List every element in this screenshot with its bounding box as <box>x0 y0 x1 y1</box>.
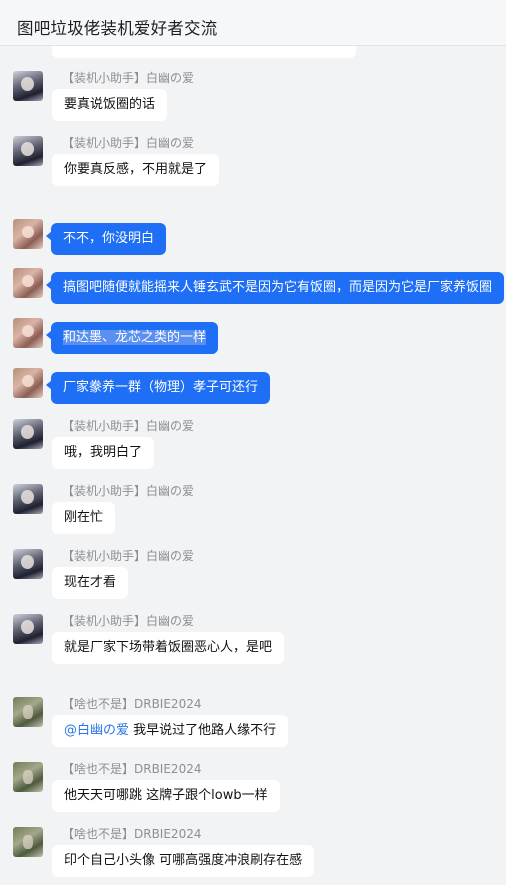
message-bubble[interactable]: 和达墨、龙芯之类的一样 <box>45 322 219 354</box>
avatar[interactable] <box>13 614 43 644</box>
avatar[interactable] <box>13 827 43 857</box>
sender-name: 【啥也不是】DRBIE2024 <box>62 697 202 711</box>
avatar[interactable] <box>13 219 43 249</box>
message-bubble[interactable]: 哦，我明白了 <box>52 437 155 469</box>
message-bubble[interactable]: 厂家豢养一群（物理）孝子可还行 <box>45 372 271 404</box>
avatar[interactable] <box>13 268 43 298</box>
selected-text[interactable]: 和达墨、龙芯之类的一样 <box>63 330 207 345</box>
sender-name: 【装机小助手】白幽の爱 <box>62 71 195 85</box>
sender-name: 【装机小助手】白幽の爱 <box>62 549 195 563</box>
message-bubble[interactable]: 就是厂家下场带着饭圈恶心人，是吧 <box>52 632 285 664</box>
sender-name: 【啥也不是】DRBIE2024 <box>62 827 202 841</box>
avatar[interactable] <box>13 697 43 727</box>
group-title: 图吧垃圾佬装机爱好者交流 <box>17 19 218 38</box>
message-bubble[interactable]: 搞图吧随便就能摇来人锤玄武不是因为它有饭圈，而是因为它是厂家养饭圈 <box>45 272 505 304</box>
message-text: 我早说过了他路人缘不行 <box>129 723 277 738</box>
sender-name: 【装机小助手】白幽の爱 <box>62 419 195 433</box>
avatar[interactable] <box>13 368 43 398</box>
sender-name: 【啥也不是】DRBIE2024 <box>62 762 202 776</box>
sender-name: 【装机小助手】白幽の爱 <box>62 614 195 628</box>
message-bubble[interactable]: @白幽の爱 我早说过了他路人缘不行 <box>52 715 289 747</box>
chat-header: 图吧垃圾佬装机爱好者交流 <box>0 0 506 46</box>
message-bubble[interactable]: 要真说饭圈的话 <box>52 89 168 121</box>
avatar[interactable] <box>13 762 43 792</box>
message-bubble[interactable]: 印个自己小头像 可哪高强度冲浪刷存在感 <box>52 845 315 877</box>
avatar[interactable] <box>13 71 43 101</box>
message-bubble[interactable]: 刚在忙 <box>52 502 116 534</box>
avatar[interactable] <box>13 419 43 449</box>
message-bubble[interactable]: 你要真反感，不用就是了 <box>52 154 220 186</box>
sender-name: 【装机小助手】白幽の爱 <box>62 136 195 150</box>
message-bubble[interactable]: 他天天可哪跳 这牌子跟个lowb一样 <box>52 780 280 812</box>
sender-name: 【装机小助手】白幽の爱 <box>62 484 195 498</box>
message-bubble[interactable]: 不不，你没明白 <box>45 223 167 255</box>
avatar[interactable] <box>13 549 43 579</box>
avatar[interactable] <box>13 136 43 166</box>
mention-link[interactable]: @白幽の爱 <box>64 723 129 738</box>
avatar[interactable] <box>13 318 43 348</box>
message-bubble[interactable]: 现在才看 <box>52 567 129 599</box>
avatar[interactable] <box>13 484 43 514</box>
